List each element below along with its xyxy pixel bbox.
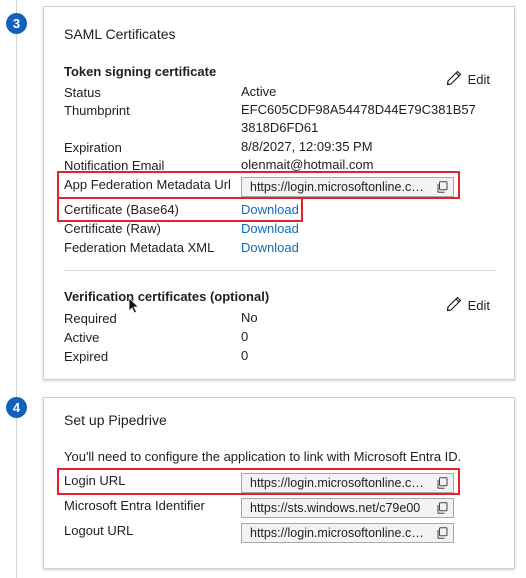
metadata-url-value: https://login.microsoftonline.com/: [250, 180, 428, 194]
required-value: No: [241, 310, 258, 325]
entra-identifier-label: Microsoft Entra Identifier: [64, 498, 205, 513]
card-title: SAML Certificates: [64, 26, 176, 42]
edit-label: Edit: [467, 72, 490, 87]
certificate-base64-download-link[interactable]: Download: [241, 202, 299, 217]
edit-label: Edit: [467, 298, 490, 313]
setup-description: You'll need to configure the application…: [64, 449, 462, 464]
active-value: 0: [241, 329, 249, 344]
section-divider: [64, 270, 496, 271]
step-badge-4: 4: [6, 397, 27, 418]
status-value: Active: [241, 84, 277, 99]
certificate-raw-label: Certificate (Raw): [64, 221, 161, 236]
expired-value: 0: [241, 348, 249, 363]
entra-identifier-field[interactable]: https://sts.windows.net/c79e00: [241, 498, 454, 518]
federation-metadata-xml-label: Federation Metadata XML: [64, 240, 215, 255]
required-label: Required: [64, 311, 117, 326]
mouse-pointer-icon: [128, 297, 140, 319]
status-label: Status: [64, 85, 101, 100]
metadata-url-label: App Federation Metadata Url: [64, 177, 231, 192]
copy-icon[interactable]: [431, 474, 453, 492]
federation-metadata-xml-download-link[interactable]: Download: [241, 240, 299, 255]
verification-certificates-title: Verification certificates (optional): [64, 289, 270, 304]
setup-pipedrive-card: Set up Pipedrive You'll need to configur…: [43, 397, 515, 569]
login-url-field[interactable]: https://login.microsoftonline.com/: [241, 473, 454, 493]
pencil-icon: [446, 296, 462, 315]
thumbprint-value-line1: EFC605CDF98A54478D44E79C381B57: [241, 102, 476, 117]
thumbprint-label: Thumbprint: [64, 103, 130, 118]
saml-certificates-card: SAML Certificates Token signing certific…: [43, 6, 515, 380]
token-edit-button[interactable]: Edit: [446, 70, 490, 89]
thumbprint-value-line2: 3818D6FD61: [241, 120, 319, 135]
card-title: Set up Pipedrive: [64, 412, 167, 428]
entra-identifier-value: https://sts.windows.net/c79e00: [250, 501, 421, 515]
logout-url-label: Logout URL: [64, 523, 134, 538]
certificate-base64-label: Certificate (Base64): [64, 202, 179, 217]
expired-label: Expired: [64, 349, 109, 364]
token-signing-title: Token signing certificate: [64, 64, 217, 79]
expiration-value: 8/8/2027, 12:09:35 PM: [241, 139, 373, 154]
login-url-value: https://login.microsoftonline.com/: [250, 476, 428, 490]
pencil-icon: [446, 70, 462, 89]
active-label: Active: [64, 330, 100, 345]
steps-rail: [16, 0, 17, 578]
login-url-label: Login URL: [64, 473, 126, 488]
metadata-url-field[interactable]: https://login.microsoftonline.com/: [241, 177, 454, 197]
copy-icon[interactable]: [431, 524, 453, 542]
step-badge-3: 3: [6, 13, 27, 34]
verification-edit-button[interactable]: Edit: [446, 296, 490, 315]
notification-email-value: olenmait@hotmail.com: [241, 157, 374, 172]
copy-icon[interactable]: [431, 178, 453, 196]
expiration-label: Expiration: [64, 140, 122, 155]
copy-icon[interactable]: [431, 499, 453, 517]
notification-email-label: Notification Email: [64, 158, 165, 173]
logout-url-field[interactable]: https://login.microsoftonline.com/: [241, 523, 454, 543]
certificate-raw-download-link[interactable]: Download: [241, 221, 299, 236]
logout-url-value: https://login.microsoftonline.com/: [250, 526, 428, 540]
